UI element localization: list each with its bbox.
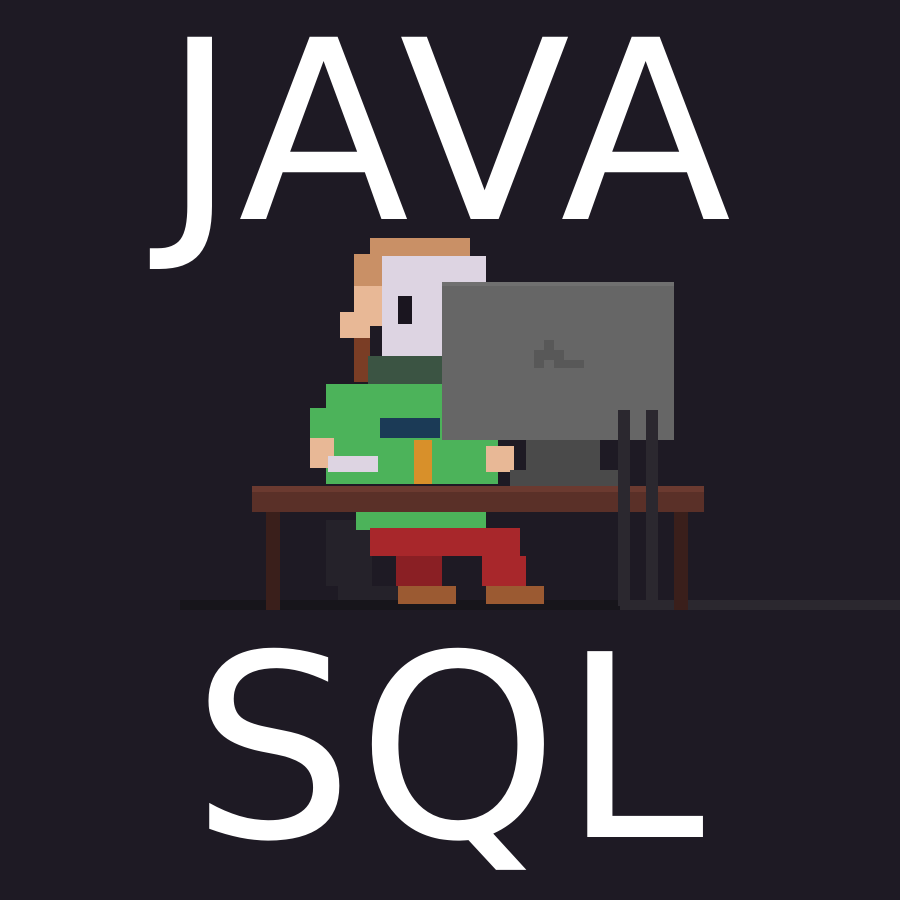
title-sql: SQL [191, 601, 709, 898]
